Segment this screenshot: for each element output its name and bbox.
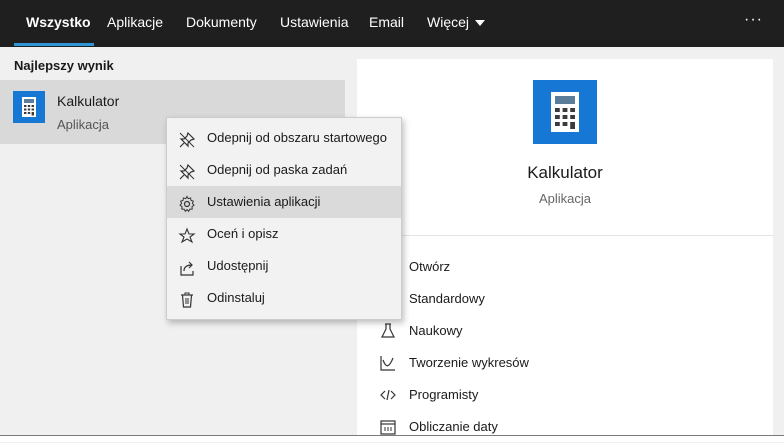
app-title: Kalkulator (527, 163, 603, 182)
menu-item-app-settings[interactable]: Ustawienia aplikacji (167, 186, 401, 218)
action-open-label: Otwórz (409, 259, 451, 274)
menu-item-label: Udostępnij (207, 258, 269, 273)
chevron-down-icon (475, 20, 486, 27)
search-scope-tabs: Wszystko Aplikacje Dokumenty Ustawienia … (0, 0, 784, 47)
action-graphing-label: Tworzenie wykresów (409, 355, 529, 370)
calculator-icon (533, 80, 597, 144)
context-menu: Odepnij od obszaru startowego Odepnij od… (166, 117, 402, 320)
action-standard-label: Standardowy (409, 291, 485, 306)
menu-item-label: Odepnij od obszaru startowego (207, 130, 387, 145)
best-match-type: Aplikacja (57, 117, 110, 132)
app-subtitle: Aplikacja (538, 191, 592, 206)
tab-settings[interactable]: Ustawienia (280, 0, 348, 47)
menu-item-share[interactable]: Udostępnij (167, 250, 401, 282)
menu-item-label: Ustawienia aplikacji (207, 194, 321, 209)
more-options-button[interactable]: ··· (744, 0, 763, 47)
rate-review-icon (178, 225, 196, 244)
tab-documents[interactable]: Dokumenty (186, 0, 257, 47)
flask-icon (379, 322, 397, 340)
action-scientific-label: Naukowy (409, 323, 463, 338)
calendar-icon (379, 418, 397, 436)
app-detail-panel: Kalkulator Aplikacja Otwórz Standardowy … (357, 59, 773, 441)
code-icon (379, 386, 397, 404)
menu-item-unpin-start[interactable]: Odepnij od obszaru startowego (167, 122, 401, 154)
menu-item-uninstall[interactable]: Odinstaluj (167, 282, 401, 314)
divider (357, 235, 773, 236)
menu-item-rate-review[interactable]: Oceń i opisz (167, 218, 401, 250)
unpin-icon (178, 161, 196, 180)
menu-item-label: Oceń i opisz (207, 226, 279, 241)
menu-item-label: Odinstaluj (207, 290, 265, 305)
tab-email[interactable]: Email (369, 0, 404, 47)
tab-apps[interactable]: Aplikacje (107, 0, 163, 47)
action-programmer-label: Programisty (409, 387, 479, 402)
tab-all[interactable]: Wszystko (26, 0, 91, 47)
best-match-heading: Najlepszy wynik (14, 58, 114, 73)
tab-more-label: Więcej (427, 14, 470, 30)
menu-item-unpin-taskbar[interactable]: Odepnij od paska zadań (167, 154, 401, 186)
graph-icon (379, 354, 397, 372)
tab-more[interactable]: Więcej (427, 0, 486, 47)
trash-icon (178, 289, 196, 308)
best-match-name: Kalkulator (57, 93, 120, 109)
active-tab-indicator (14, 43, 94, 46)
unpin-icon (178, 129, 196, 148)
menu-item-label: Odepnij od paska zadań (207, 162, 348, 177)
calculator-icon (13, 91, 45, 123)
share-icon (178, 257, 196, 276)
gear-icon (178, 193, 196, 213)
